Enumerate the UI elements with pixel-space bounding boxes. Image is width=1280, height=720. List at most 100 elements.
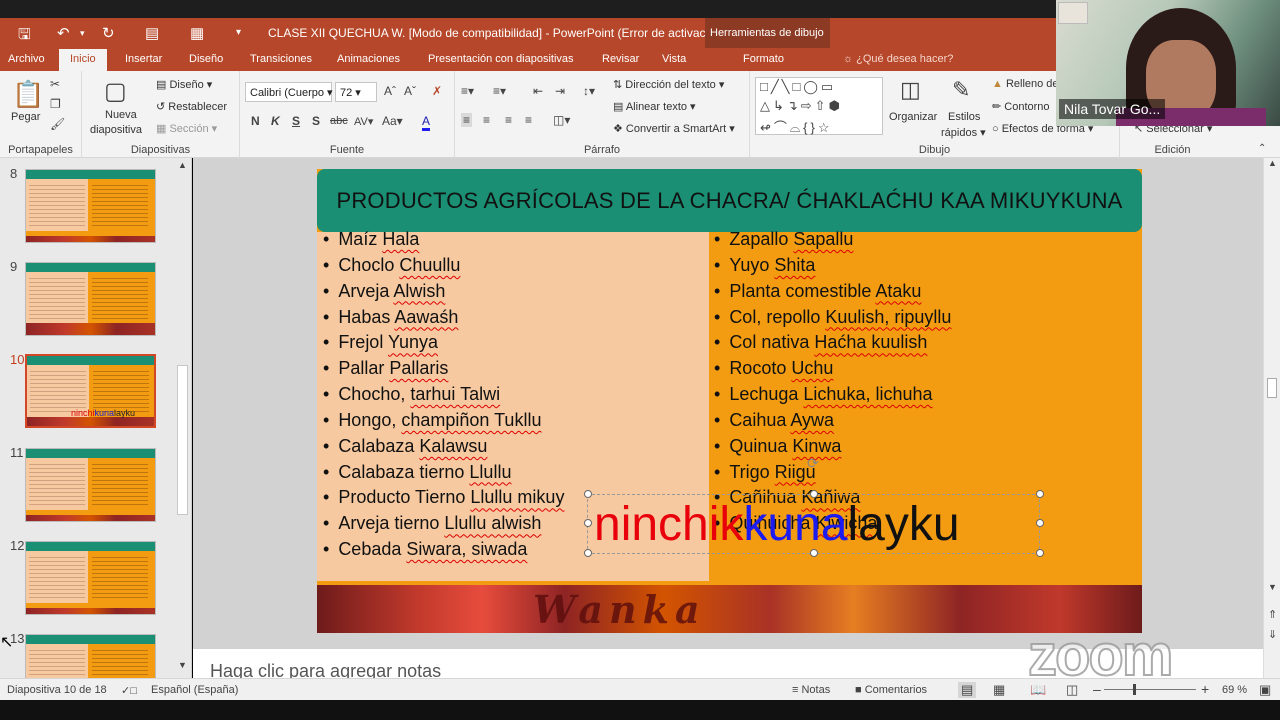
- spacing-icon[interactable]: AV▾: [354, 115, 373, 128]
- resize-handle[interactable]: [1036, 519, 1044, 527]
- zoom-slider[interactable]: [1104, 684, 1196, 695]
- rotate-handle-icon[interactable]: ⟳: [807, 455, 819, 472]
- new-slide-icon[interactable]: ▢: [104, 77, 127, 106]
- decrease-indent-icon[interactable]: ⇤: [533, 84, 543, 98]
- editor-scroll-down-icon[interactable]: ▼: [1268, 582, 1277, 592]
- font-size-combo[interactable]: 72 ▾: [335, 82, 377, 102]
- video-participant-tile[interactable]: Nila Tovar Go...: [1056, 0, 1280, 126]
- wordart-text[interactable]: ninchikkunalayku: [594, 499, 960, 551]
- tab-revisar[interactable]: Revisar: [602, 53, 639, 65]
- shape-outline-button[interactable]: ✏ Contorno: [992, 100, 1050, 113]
- increase-indent-icon[interactable]: ⇥: [555, 84, 565, 98]
- slide-thumbnail-13[interactable]: [25, 634, 156, 678]
- comments-toggle[interactable]: ■ Comentarios: [855, 684, 927, 696]
- new-slide-label-2[interactable]: diapositiva: [90, 124, 142, 136]
- collapse-ribbon-icon[interactable]: ⌃: [1258, 143, 1266, 154]
- tab-transiciones[interactable]: Transiciones: [250, 53, 312, 65]
- editor-scroll-up-icon[interactable]: ▲: [1268, 158, 1277, 168]
- cut-icon[interactable]: ✂: [50, 77, 60, 91]
- slide-thumbnail-12[interactable]: [25, 541, 156, 615]
- slide-thumbnail-11[interactable]: [25, 448, 156, 522]
- scroll-up-icon[interactable]: ▲: [178, 160, 187, 170]
- resize-handle[interactable]: [810, 490, 818, 498]
- paste-icon[interactable]: 📋: [12, 79, 44, 110]
- resize-handle[interactable]: [810, 549, 818, 557]
- grow-font-icon[interactable]: Aˆ: [384, 84, 396, 98]
- fit-to-window-icon[interactable]: ▣: [1259, 682, 1271, 698]
- resize-handle[interactable]: [584, 549, 592, 557]
- copy-icon[interactable]: ❐: [50, 97, 61, 111]
- thumbnail-scroll-thumb[interactable]: [177, 365, 188, 515]
- resize-handle[interactable]: [584, 490, 592, 498]
- paste-button[interactable]: Pegar: [11, 111, 40, 123]
- align-center-icon[interactable]: ≡: [483, 113, 490, 127]
- slide-sorter-icon[interactable]: ▦: [993, 682, 1005, 698]
- slide-thumbnail-10[interactable]: ninchikunalayku: [25, 354, 156, 428]
- tab-inicio[interactable]: Inicio: [59, 49, 107, 71]
- shapes-gallery[interactable]: □╱╲□◯▭ △↳↴⇨⇧⬢ ↫⌒⌓{}☆: [755, 77, 883, 135]
- slide-canvas[interactable]: PRODUCTOS AGRÍCOLAS DE LA CHACRA/ ĆHAKLA…: [317, 169, 1142, 633]
- align-text-button[interactable]: ▤ Alinear texto ▾: [613, 100, 696, 113]
- shadow-icon[interactable]: S: [312, 114, 320, 128]
- shape-fill-button[interactable]: ▲ Relleno de: [992, 78, 1059, 90]
- language-status[interactable]: Español (España): [151, 684, 238, 696]
- resize-handle[interactable]: [584, 519, 592, 527]
- columns-icon[interactable]: ◫▾: [553, 113, 570, 127]
- previous-slide-icon[interactable]: ⇑: [1268, 608, 1277, 621]
- undo-icon[interactable]: ↶: [57, 24, 70, 42]
- strikethrough-icon[interactable]: abc: [330, 115, 348, 127]
- underline-icon[interactable]: S: [292, 114, 300, 128]
- spellcheck-icon[interactable]: ✓□: [121, 684, 137, 697]
- save-icon[interactable]: 🖫: [18, 24, 31, 49]
- layout-button[interactable]: ▤ Diseño ▾: [156, 78, 212, 91]
- line-spacing-icon[interactable]: ↕▾: [583, 84, 595, 98]
- slideshow-icon[interactable]: ◫: [1066, 682, 1078, 698]
- tab-formato[interactable]: Formato: [743, 53, 784, 65]
- tab-animaciones[interactable]: Animaciones: [337, 53, 400, 65]
- scroll-down-icon[interactable]: ▼: [178, 660, 187, 670]
- editor-scrollbar[interactable]: ▲ ▼ ⇑ ⇓: [1263, 158, 1280, 678]
- resize-handle[interactable]: [1036, 490, 1044, 498]
- slide-thumbnail-8[interactable]: [25, 169, 156, 243]
- tab-vista[interactable]: Vista: [662, 53, 686, 65]
- tab-insertar[interactable]: Insertar: [125, 53, 162, 65]
- format-painter-icon[interactable]: 🖌: [50, 117, 65, 131]
- clear-format-icon[interactable]: ✗: [432, 84, 442, 98]
- redo-icon[interactable]: ↻: [102, 24, 115, 42]
- bold-icon[interactable]: N: [251, 114, 260, 128]
- font-name-combo[interactable]: Calibri (Cuerpo ▾: [245, 82, 333, 102]
- tab-diseno[interactable]: Diseño: [189, 53, 223, 65]
- normal-view-icon[interactable]: ▤: [958, 682, 977, 698]
- italic-icon[interactable]: K: [271, 114, 280, 128]
- quick-access-dropdown-icon[interactable]: ▾: [236, 27, 241, 38]
- undo-dropdown-icon[interactable]: ▾: [80, 28, 85, 39]
- case-icon[interactable]: Aa▾: [382, 114, 403, 128]
- zoom-in-icon[interactable]: +: [1201, 681, 1209, 697]
- tell-me-search[interactable]: ☼ ¿Qué desea hacer?: [843, 53, 953, 65]
- shrink-font-icon[interactable]: Aˇ: [404, 84, 416, 98]
- customize-icon[interactable]: ▦: [190, 24, 204, 42]
- font-color-icon[interactable]: A: [422, 114, 431, 131]
- quick-styles-button[interactable]: Estilos: [948, 111, 980, 123]
- text-direction-button[interactable]: ⇅ Dirección del texto ▾: [613, 78, 724, 91]
- section-button[interactable]: ▦ Sección ▾: [156, 122, 217, 135]
- align-left-icon[interactable]: ≡: [461, 113, 473, 127]
- arrange-button[interactable]: Organizar: [889, 111, 937, 123]
- editor-scroll-thumb[interactable]: [1267, 378, 1277, 398]
- right-vocabulary-list[interactable]: Zapallo SapalluYuyo ShitaPlanta comestib…: [714, 229, 951, 539]
- reset-button[interactable]: ↺ Restablecer: [156, 100, 227, 113]
- quick-styles-button-2[interactable]: rápidos ▾: [941, 126, 986, 139]
- notes-toggle[interactable]: ≡ Notas: [792, 684, 830, 696]
- arrange-icon[interactable]: ◫: [900, 77, 921, 103]
- zoom-level[interactable]: 69 %: [1222, 684, 1247, 696]
- zoom-slider-thumb[interactable]: [1133, 684, 1136, 695]
- numbering-icon[interactable]: ≡▾: [493, 84, 506, 98]
- thumbnail-scrollbar[interactable]: ▲ ▼: [176, 160, 189, 674]
- next-slide-icon[interactable]: ⇓: [1268, 628, 1277, 641]
- slide-title[interactable]: PRODUCTOS AGRÍCOLAS DE LA CHACRA/ ĆHAKLA…: [317, 169, 1142, 232]
- justify-icon[interactable]: ≡: [525, 113, 532, 127]
- left-vocabulary-list[interactable]: Maíz HalaChoclo ChuulluArveja AlwishHaba…: [323, 229, 564, 565]
- presentation-icon[interactable]: ▤: [145, 24, 159, 42]
- zoom-out-icon[interactable]: –: [1093, 681, 1101, 697]
- quick-styles-icon[interactable]: ✎: [952, 77, 970, 103]
